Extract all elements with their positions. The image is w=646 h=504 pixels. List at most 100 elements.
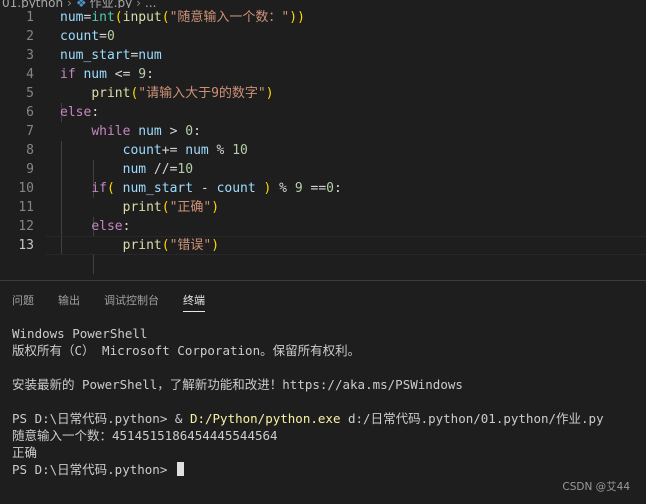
terminal-cursor: [176, 462, 184, 476]
terminal-prompt: PS D:\日常代码.python>: [12, 462, 175, 477]
code-token: ): [211, 238, 220, 253]
code-token: input: [122, 10, 162, 25]
line-number: 2: [26, 29, 34, 44]
line-number: 11: [18, 200, 34, 215]
code-token: ): [265, 86, 274, 101]
code-text: if num <= 9:: [60, 65, 154, 84]
line-number: 5: [26, 86, 34, 101]
code-editor[interactable]: 1 num=int(input("随意输入一个数：")) 2 count=0 3 num_…: [0, 8, 646, 274]
breadcrumb-folder[interactable]: 01.python: [2, 0, 63, 8]
code-line[interactable]: 13 print("错误"): [0, 236, 646, 255]
terminal-operator: &: [174, 411, 190, 426]
terminal-line: 随意输入一个数：4514515186454445544564: [12, 428, 278, 443]
terminal-prompt: PS D:\日常代码.python>: [12, 411, 175, 426]
code-token: num: [83, 67, 107, 82]
code-token: %: [271, 181, 295, 196]
code-token: int: [91, 10, 115, 25]
chevron-right-icon: ›: [136, 0, 141, 8]
terminal[interactable]: Windows PowerShell 版权所有（C） Microsoft Cor…: [12, 325, 642, 478]
code-line[interactable]: 9 num //=10: [0, 160, 646, 179]
code-token: else: [60, 105, 92, 120]
code-token: :: [122, 219, 131, 234]
line-number: 12: [18, 219, 34, 234]
code-line[interactable]: 12 else:: [0, 217, 646, 236]
code-text: while num > 0:: [60, 122, 201, 141]
panel-tab-bar: 问题 输出 调试控制台 终端: [0, 286, 646, 312]
code-token: while: [91, 124, 131, 139]
terminal-executable: D:/Python/python.exe: [189, 411, 341, 426]
code-line[interactable]: 8 count+= num % 10: [0, 141, 646, 160]
line-number: 3: [26, 48, 34, 63]
code-line[interactable]: 4 if num <= 9:: [0, 65, 646, 84]
code-token: ==: [302, 181, 327, 196]
code-token: "错误": [169, 238, 212, 253]
line-number: 9: [26, 162, 34, 177]
code-token: %: [208, 143, 233, 158]
code-text: print("请输入大于9的数字"): [60, 84, 274, 103]
terminal-prompt-line[interactable]: PS D:\日常代码.python>: [12, 461, 642, 478]
code-line[interactable]: 7 while num > 0:: [0, 122, 646, 141]
tab-problems[interactable]: 问题: [12, 292, 34, 308]
code-line[interactable]: 2 count=0: [0, 27, 646, 46]
indent-guide: [93, 255, 94, 274]
tab-output[interactable]: 输出: [58, 292, 80, 308]
tab-terminal[interactable]: 终端: [183, 292, 205, 312]
panel-divider: [0, 280, 646, 281]
line-number: 1: [26, 10, 34, 25]
code-text: count+= num % 10: [60, 141, 248, 160]
code-token: num: [138, 124, 162, 139]
code-text: else:: [60, 103, 99, 122]
code-line[interactable]: 6 else:: [0, 103, 646, 122]
code-text: else:: [60, 217, 130, 236]
code-token: count: [60, 29, 100, 44]
code-token: :: [193, 124, 201, 139]
code-token: print: [122, 238, 162, 253]
code-token: num: [185, 143, 209, 158]
code-line[interactable]: 1 num=int(input("随意输入一个数：")): [0, 8, 646, 27]
code-token: num: [122, 162, 147, 177]
tab-debug-console[interactable]: 调试控制台: [104, 292, 159, 308]
code-token: num_start: [122, 181, 194, 196]
code-token: 0: [326, 181, 334, 196]
terminal-line: 正确: [12, 445, 38, 460]
code-token: >: [161, 124, 186, 139]
code-token: 9: [294, 181, 303, 196]
code-text: num=int(input("随意输入一个数：")): [60, 8, 305, 27]
code-text: print("正确"): [60, 198, 219, 217]
code-token: num: [60, 10, 84, 25]
code-token: =: [99, 29, 107, 44]
code-token: num: [138, 48, 162, 63]
code-token: num_start: [60, 48, 131, 63]
code-token: (: [161, 10, 170, 25]
code-token: count: [122, 143, 162, 158]
code-token: ): [211, 200, 220, 215]
code-token: if: [91, 181, 107, 196]
code-token: "随意输入一个数：": [169, 10, 290, 25]
code-token: 9: [138, 67, 147, 82]
breadcrumb-file[interactable]: 作业.py: [90, 0, 133, 8]
code-line[interactable]: 11 print("正确"): [0, 198, 646, 217]
line-number: 6: [26, 105, 34, 120]
code-token: else: [91, 219, 123, 234]
code-token: <=: [106, 67, 139, 82]
code-line[interactable]: 10 if( num_start - count ) % 9 ==0:: [0, 179, 646, 198]
code-text: if( num_start - count ) % 9 ==0:: [60, 179, 342, 198]
code-line[interactable]: 3 num_start=num: [0, 46, 646, 65]
code-text: num //=10: [60, 160, 193, 179]
code-token: (: [114, 10, 123, 25]
code-token: if: [60, 67, 76, 82]
line-number: 7: [26, 124, 34, 139]
breadcrumb-symbol[interactable]: ...: [145, 0, 156, 8]
code-token: print: [122, 200, 162, 215]
code-line[interactable]: 5 print("请输入大于9的数字"): [0, 84, 646, 103]
code-token: :: [146, 67, 154, 82]
